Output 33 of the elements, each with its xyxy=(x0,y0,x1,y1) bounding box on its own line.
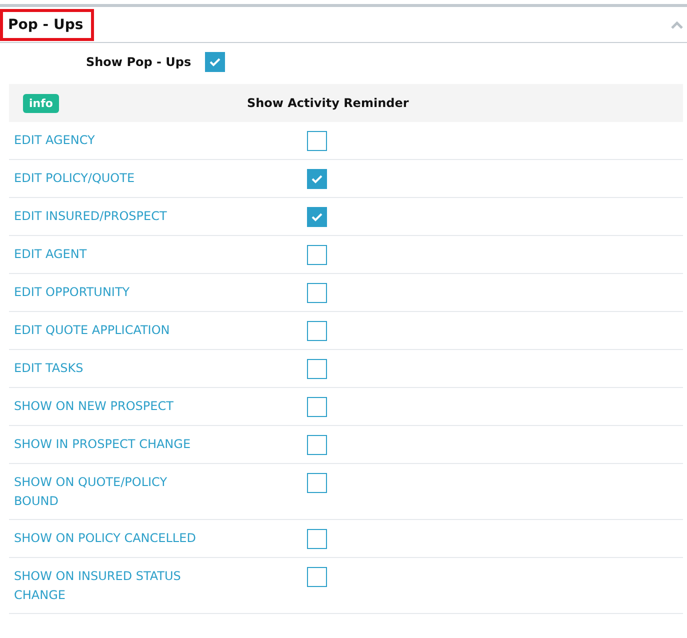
reminder-checkbox[interactable] xyxy=(307,473,327,493)
reminder-checkbox[interactable] xyxy=(307,359,327,379)
panel-title: Pop - Ups xyxy=(0,8,94,40)
reminder-label: EDIT TASKS xyxy=(14,360,84,377)
checkmark-icon xyxy=(209,57,222,67)
reminder-label: SHOW IN PROSPECT CHANGE xyxy=(14,436,192,453)
reminder-checkbox[interactable] xyxy=(307,131,327,151)
reminder-label: EDIT INSURED/PROSPECT xyxy=(14,208,168,225)
reminder-checkbox[interactable] xyxy=(307,567,327,587)
checkmark-icon xyxy=(311,212,323,222)
reminder-label: SHOW ON QUOTE/POLICY BOUND xyxy=(14,474,168,510)
reminder-label: EDIT OPPORTUNITY xyxy=(14,284,131,301)
reminder-checkbox[interactable] xyxy=(307,169,327,189)
reminder-label: EDIT QUOTE APPLICATION xyxy=(14,322,171,339)
reminder-label: SHOW ON NEW PROSPECT xyxy=(14,398,174,415)
column-header: Show Activity Reminder xyxy=(246,96,409,110)
reminder-label: SHOW ON POLICY CANCELLED xyxy=(14,530,197,547)
reminder-checkbox[interactable] xyxy=(307,245,327,265)
collapse-chevron-icon[interactable] xyxy=(671,20,683,28)
reminder-label: SHOW ON INSURED STATUS CHANGE xyxy=(14,568,182,604)
reminder-label: EDIT POLICY/QUOTE xyxy=(14,170,136,187)
info-badge: info xyxy=(23,94,59,112)
reminder-label: EDIT AGENCY xyxy=(14,132,96,149)
checkmark-icon xyxy=(311,174,323,184)
reminder-checkbox[interactable] xyxy=(307,283,327,303)
reminder-checkbox[interactable] xyxy=(307,397,327,417)
show-popups-label: Show Pop - Ups xyxy=(86,55,192,69)
reminder-checkbox[interactable] xyxy=(307,435,327,455)
show-popups-checkbox[interactable] xyxy=(205,52,226,72)
reminder-checkbox[interactable] xyxy=(307,207,327,227)
reminder-checkbox[interactable] xyxy=(307,529,327,549)
reminder-label: EDIT AGENT xyxy=(14,246,88,263)
reminder-checkbox[interactable] xyxy=(307,321,327,341)
